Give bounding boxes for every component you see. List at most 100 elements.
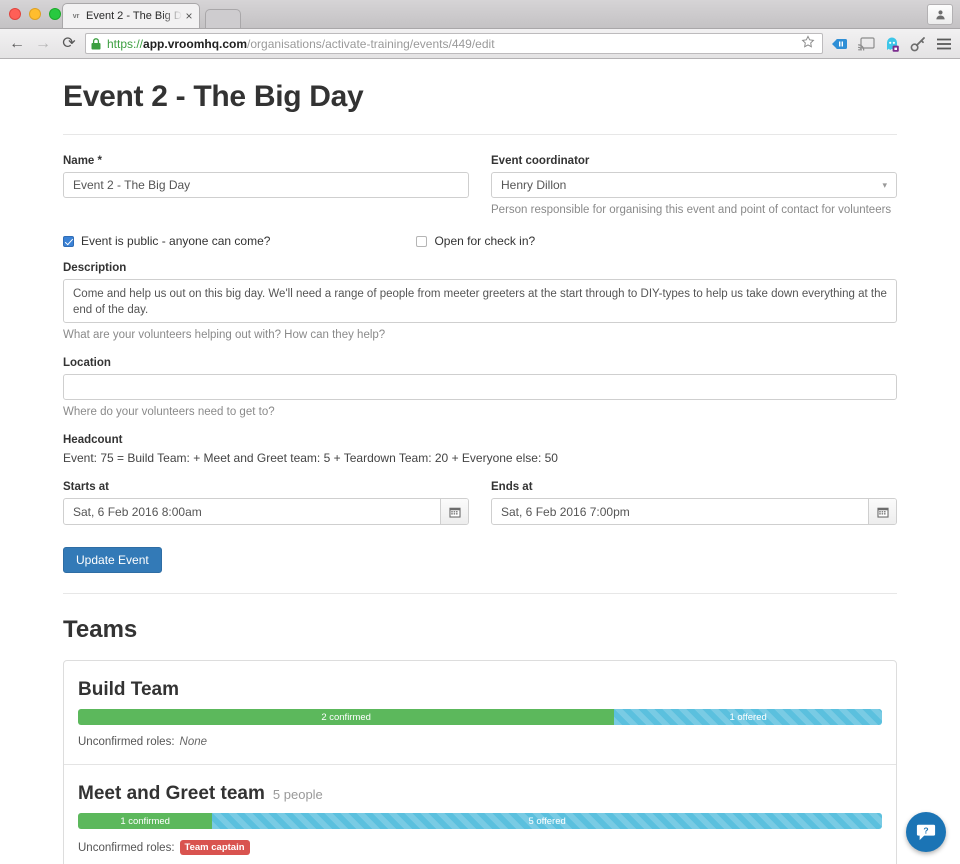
starts-at-group: Starts at Sat, 6 Feb 2016 8:00am xyxy=(63,481,469,525)
window-traffic-lights xyxy=(9,8,61,20)
team-header: Build Team xyxy=(78,679,882,701)
ends-at-field[interactable]: Sat, 6 Feb 2016 7:00pm xyxy=(491,498,897,525)
starts-at-calendar-button[interactable] xyxy=(440,499,468,524)
starts-at-label: Starts at xyxy=(63,481,110,493)
back-button[interactable]: ← xyxy=(7,34,27,54)
vr-favicon-icon: vr xyxy=(72,12,80,20)
cast-icon[interactable] xyxy=(857,35,875,53)
key-extension-icon[interactable] xyxy=(909,35,927,53)
reload-button[interactable]: ⟳ xyxy=(59,34,79,54)
extension-toolbar xyxy=(829,35,953,53)
profile-avatar-icon xyxy=(935,10,945,20)
chevron-down-icon: ▾ xyxy=(882,179,887,190)
url-host: app.vroomhq.com xyxy=(143,36,248,51)
browser-tabstrip: vr Event 2 - The Big Day | VR × xyxy=(0,0,960,29)
coordinator-label: Event coordinator xyxy=(491,155,590,167)
team-header: Meet and Greet team 5 people xyxy=(78,783,882,805)
coordinator-help-text: Person responsible for organising this e… xyxy=(491,204,892,216)
location-input[interactable] xyxy=(63,374,897,400)
ends-at-label: Ends at xyxy=(491,481,533,493)
teams-divider xyxy=(63,593,897,594)
team-row: Build Team 2 confirmed 1 offered Unconfi… xyxy=(64,661,896,765)
coordinator-select[interactable]: Henry Dillon ▾ xyxy=(491,172,897,198)
update-event-button[interactable]: Update Event xyxy=(63,547,162,573)
close-window-button[interactable] xyxy=(9,8,21,20)
public-checkbox[interactable] xyxy=(63,235,74,247)
team-progress-bar: 2 confirmed 1 offered xyxy=(78,709,882,725)
maximize-window-button[interactable] xyxy=(49,8,61,20)
name-field-group: Name * Event 2 - The Big Day xyxy=(63,155,469,216)
team-name: Build Team xyxy=(78,679,179,700)
starts-at-input[interactable]: Sat, 6 Feb 2016 8:00am xyxy=(64,499,440,524)
name-input[interactable]: Event 2 - The Big Day xyxy=(63,172,469,198)
name-coordinator-row: Name * Event 2 - The Big Day Event coord… xyxy=(63,155,897,216)
help-chat-icon: ? xyxy=(916,824,936,841)
description-label: Description xyxy=(63,262,127,274)
page-title: Event 2 - The Big Day xyxy=(63,80,364,113)
content-container: Event 2 - The Big Day Name * Event 2 - T… xyxy=(63,61,897,864)
svg-text:?: ? xyxy=(923,825,928,835)
chrome-menu-icon[interactable] xyxy=(935,35,953,53)
browser-window: vr Event 2 - The Big Day | VR × ← → ⟳ ht… xyxy=(0,0,960,864)
role-badge[interactable]: Team captain xyxy=(179,840,250,855)
new-tab-button[interactable] xyxy=(205,9,241,28)
unconfirmed-roles-prefix: Unconfirmed roles: xyxy=(78,736,175,748)
checkin-checkbox[interactable] xyxy=(416,235,428,247)
unconfirmed-roles-value: None xyxy=(179,736,208,748)
team-count: 5 people xyxy=(272,787,323,802)
team-progress-bar: 1 confirmed 5 offered xyxy=(78,813,882,829)
browser-tab[interactable]: vr Event 2 - The Big Day | VR × xyxy=(62,3,200,28)
help-chat-button[interactable]: ? xyxy=(906,812,946,852)
ends-at-calendar-button[interactable] xyxy=(868,499,896,524)
unconfirmed-roles-prefix: Unconfirmed roles: xyxy=(78,841,175,854)
event-options-row: Event is public - anyone can come? Open … xyxy=(63,234,897,248)
teams-panel: Build Team 2 confirmed 1 offered Unconfi… xyxy=(63,660,897,864)
profile-button[interactable] xyxy=(927,4,953,25)
name-label: Name * xyxy=(63,155,102,167)
forward-button[interactable]: → xyxy=(33,34,53,54)
checkin-checkbox-group[interactable]: Open for check in? xyxy=(416,234,535,248)
title-divider xyxy=(63,134,897,135)
browser-tab-title: Event 2 - The Big Day | VR xyxy=(86,10,183,22)
calendar-icon xyxy=(448,507,461,518)
public-checkbox-group[interactable]: Event is public - anyone can come? xyxy=(63,234,270,248)
teams-heading: Teams xyxy=(63,616,138,643)
team-name: Meet and Greet team xyxy=(78,783,265,804)
progress-segment-confirmed: 2 confirmed xyxy=(78,709,615,725)
address-bar[interactable]: https://app.vroomhq.com/organisations/ac… xyxy=(85,33,823,54)
coordinator-field-group: Event coordinator Henry Dillon ▾ Person … xyxy=(491,155,897,216)
url-path: /organisations/activate-training/events/… xyxy=(247,36,495,51)
progress-segment-offered: 5 offered xyxy=(212,813,882,829)
calendar-icon xyxy=(876,507,889,518)
ends-at-input[interactable]: Sat, 6 Feb 2016 7:00pm xyxy=(492,499,868,524)
progress-segment-confirmed: 1 confirmed xyxy=(78,813,213,829)
bookmark-star-icon[interactable] xyxy=(801,35,817,52)
unconfirmed-roles: Unconfirmed roles: Team captain xyxy=(78,840,882,855)
close-icon[interactable]: × xyxy=(183,10,195,22)
ghost-extension-icon[interactable] xyxy=(883,35,901,53)
description-help-text: What are your volunteers helping out wit… xyxy=(63,329,386,341)
headcount-label: Headcount xyxy=(63,434,123,446)
minimize-window-button[interactable] xyxy=(29,8,41,20)
lock-icon xyxy=(91,37,102,50)
extension-icon[interactable] xyxy=(831,35,849,53)
starts-at-field[interactable]: Sat, 6 Feb 2016 8:00am xyxy=(63,498,469,525)
location-label: Location xyxy=(63,357,111,369)
unconfirmed-roles: Unconfirmed roles: None xyxy=(78,736,882,748)
headcount-text: Event: 75 = Build Team: + Meet and Greet… xyxy=(63,451,558,465)
team-row: Meet and Greet team 5 people 1 confirmed… xyxy=(64,765,896,864)
url-scheme: https:// xyxy=(107,36,144,51)
description-textarea[interactable]: Come and help us out on this big day. We… xyxy=(63,279,897,323)
public-checkbox-label: Event is public - anyone can come? xyxy=(81,234,271,248)
checkin-checkbox-label: Open for check in? xyxy=(434,234,536,248)
ends-at-group: Ends at Sat, 6 Feb 2016 7:00pm xyxy=(491,481,897,525)
page-content: Event 2 - The Big Day Name * Event 2 - T… xyxy=(0,61,960,864)
location-help-text: Where do your volunteers need to get to? xyxy=(63,406,275,418)
browser-toolbar: ← → ⟳ https://app.vroomhq.com/organisati… xyxy=(0,29,960,59)
progress-segment-offered: 1 offered xyxy=(614,709,882,725)
address-bar-url: https://app.vroomhq.com/organisations/ac… xyxy=(107,37,495,51)
